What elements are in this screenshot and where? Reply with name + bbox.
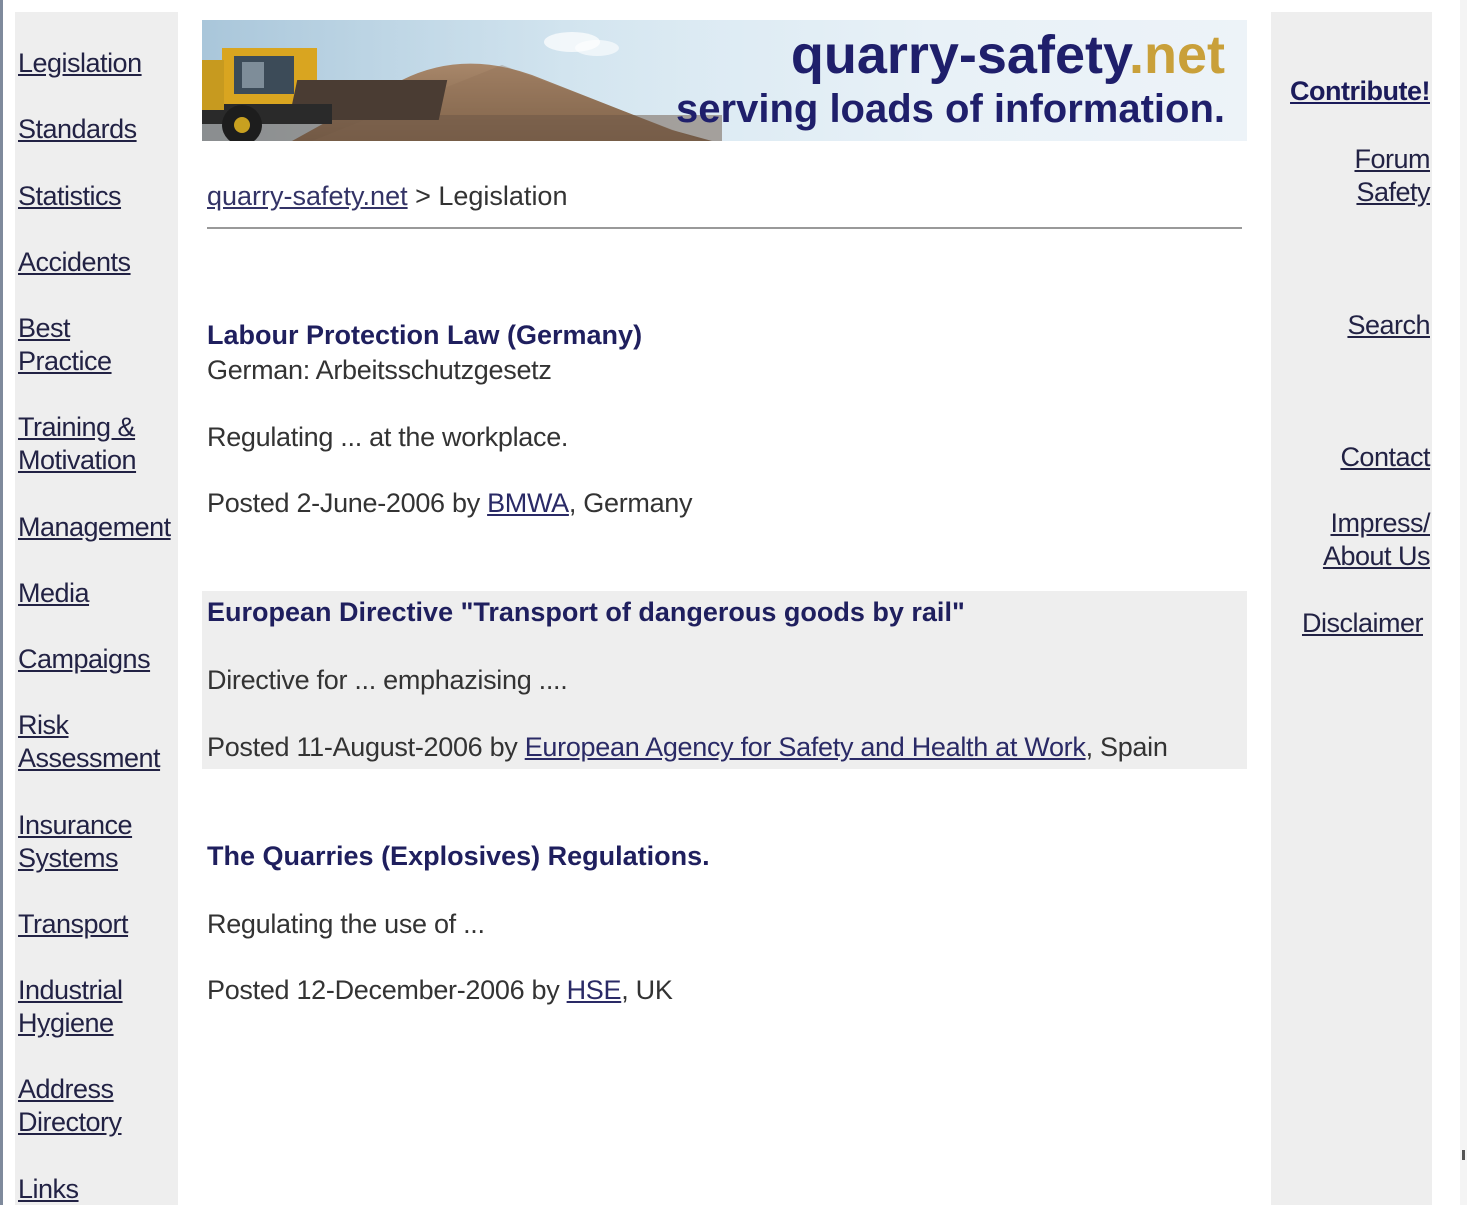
contribute-link[interactable]: Contribute! [1290,75,1430,108]
nav-insurance-systems-link[interactable]: Insurance Systems [18,809,133,875]
window-left-edge [0,0,3,1205]
breadcrumb-separator: > [407,181,439,211]
legislation-entry: European Directive "Transport of dangero… [202,591,1247,769]
entry-summary: Regulating ... at the workplace. [207,422,569,452]
nav-industrial-hygiene-link[interactable]: Industrial Hygiene [18,974,123,1040]
site-banner[interactable]: quarry-safety.net serving loads of infor… [202,20,1247,141]
breadcrumb-divider [207,227,1242,229]
site-title: quarry-safety.net [790,25,1225,85]
entry-title: European Directive "Transport of dangero… [207,597,965,627]
site-tagline: serving loads of information. [676,87,1225,131]
nav-standards-link[interactable]: Standards [18,113,137,146]
window-scrollbar[interactable] [1460,0,1467,1205]
nav-accidents-link[interactable]: Accidents [18,246,131,279]
nav-management-link[interactable]: Management [18,511,171,544]
site-tld: .net [1128,25,1225,85]
entry-summary: Directive for ... emphazising .... [207,665,568,695]
legislation-entry: The Quarries (Explosives) Regulations. R… [202,830,1247,1020]
nav-risk-assessment-link[interactable]: Risk Assessment [18,709,161,775]
entry-posted: Posted 11-August-2006 by European Agency… [207,732,1168,762]
nav-best-practice-link[interactable]: Best Practice [18,312,112,378]
nav-legislation-link[interactable]: Legislation [18,47,142,80]
nav-training-motivation-link[interactable]: Training & Motivation [18,411,137,477]
disclaimer-link[interactable]: Disclaimer [1302,607,1424,640]
nav-address-directory-link[interactable]: Address Directory [18,1073,122,1139]
breadcrumb: quarry-safety.net > Legislation [207,176,567,216]
entry-posted: Posted 12-December-2006 by HSE, UK [207,975,673,1005]
right-navigation: Contribute! Forum Safety Search Contact I… [1271,12,1432,1205]
nav-transport-link[interactable]: Transport [18,908,129,941]
contact-link[interactable]: Contact [1340,441,1430,474]
impress-about-link[interactable]: Impress/About Us [1323,507,1431,573]
breadcrumb-current: Legislation [438,181,568,211]
left-navigation: Legislation Standards Statistics Acciden… [15,12,178,1205]
scrollbar-marker [1462,1150,1465,1160]
wheel-loader-photo [202,20,722,141]
entry-title: The Quarries (Explosives) Regulations. [207,841,710,871]
nav-campaigns-link[interactable]: Campaigns [18,643,151,676]
nav-media-link[interactable]: Media [18,577,90,610]
entry-author-link[interactable]: HSE [567,975,622,1005]
entry-title: Labour Protection Law (Germany) [207,320,643,350]
entry-author-link[interactable]: BMWA [487,488,569,518]
forum-safety-link[interactable]: Forum Safety [1354,143,1430,209]
entry-author-link[interactable]: European Agency for Safety and Health at… [525,732,1086,762]
entry-subtitle: German: Arbeitsschutzgesetz [207,355,552,385]
legislation-entry: Labour Protection Law (Germany) German: … [202,310,1247,530]
entry-summary: Regulating the use of ... [207,909,485,939]
nav-links-link[interactable]: Links [18,1173,79,1206]
nav-statistics-link[interactable]: Statistics [18,180,122,213]
breadcrumb-home-link[interactable]: quarry-safety.net [207,181,408,211]
search-link[interactable]: Search [1347,309,1430,342]
entry-posted: Posted 2-June-2006 by BMWA, Germany [207,488,693,518]
